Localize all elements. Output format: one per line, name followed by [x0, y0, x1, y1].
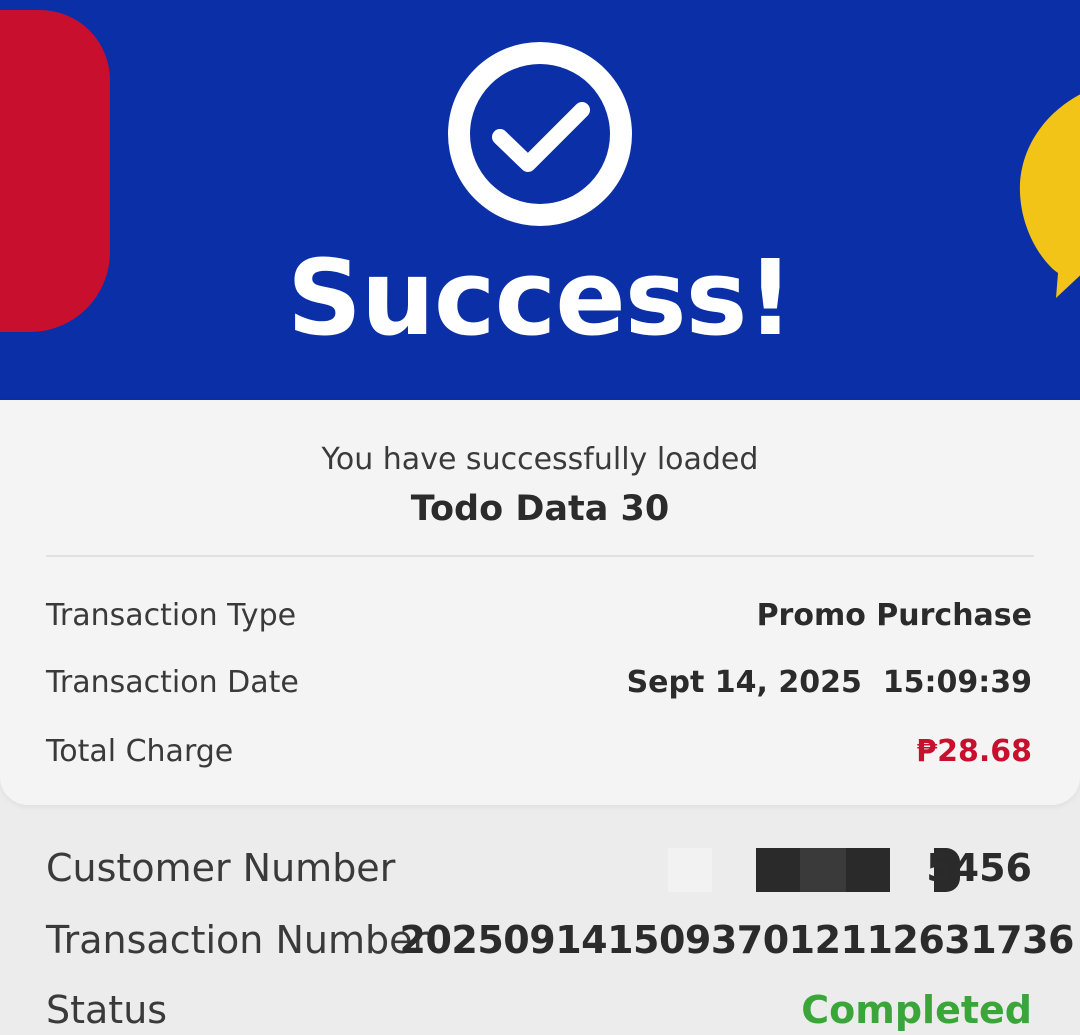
- total-charge-label: Total Charge: [46, 734, 234, 769]
- transaction-number-value: 20250914150937012112631736: [399, 918, 1075, 962]
- check-circle-icon: [448, 42, 632, 226]
- customer-number-value: 5456: [926, 846, 1032, 890]
- load-message: You have successfully loaded: [321, 442, 759, 477]
- redaction-block: [668, 848, 712, 892]
- product-name: Todo Data 30: [410, 489, 670, 529]
- transaction-date-label: Transaction Date: [46, 665, 299, 700]
- status-label: Status: [46, 988, 168, 1032]
- divider: [46, 555, 1034, 557]
- success-title: Success!: [286, 237, 794, 359]
- success-header: Success!: [0, 0, 1080, 400]
- customer-number-label: Customer Number: [46, 846, 396, 890]
- transaction-date-value: Sept 14, 2025 15:09:39: [626, 665, 1032, 700]
- transaction-type-value: Promo Purchase: [756, 598, 1032, 633]
- transaction-type-label: Transaction Type: [46, 598, 297, 633]
- total-charge-value: ₱28.68: [916, 734, 1032, 769]
- redaction-block: [756, 848, 890, 892]
- transaction-number-label: Transaction Number: [46, 918, 429, 962]
- status-value: Completed: [801, 988, 1032, 1032]
